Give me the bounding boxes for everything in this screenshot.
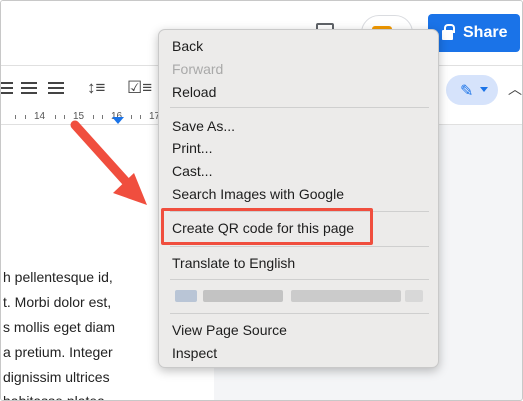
annotation-arrow — [70, 120, 147, 205]
screenshot-frame: Share ↕≡ ☑≡ ✎ ︿ 14 15 16 17 h pellentesq… — [0, 0, 523, 401]
arrow-shaft — [70, 120, 134, 190]
